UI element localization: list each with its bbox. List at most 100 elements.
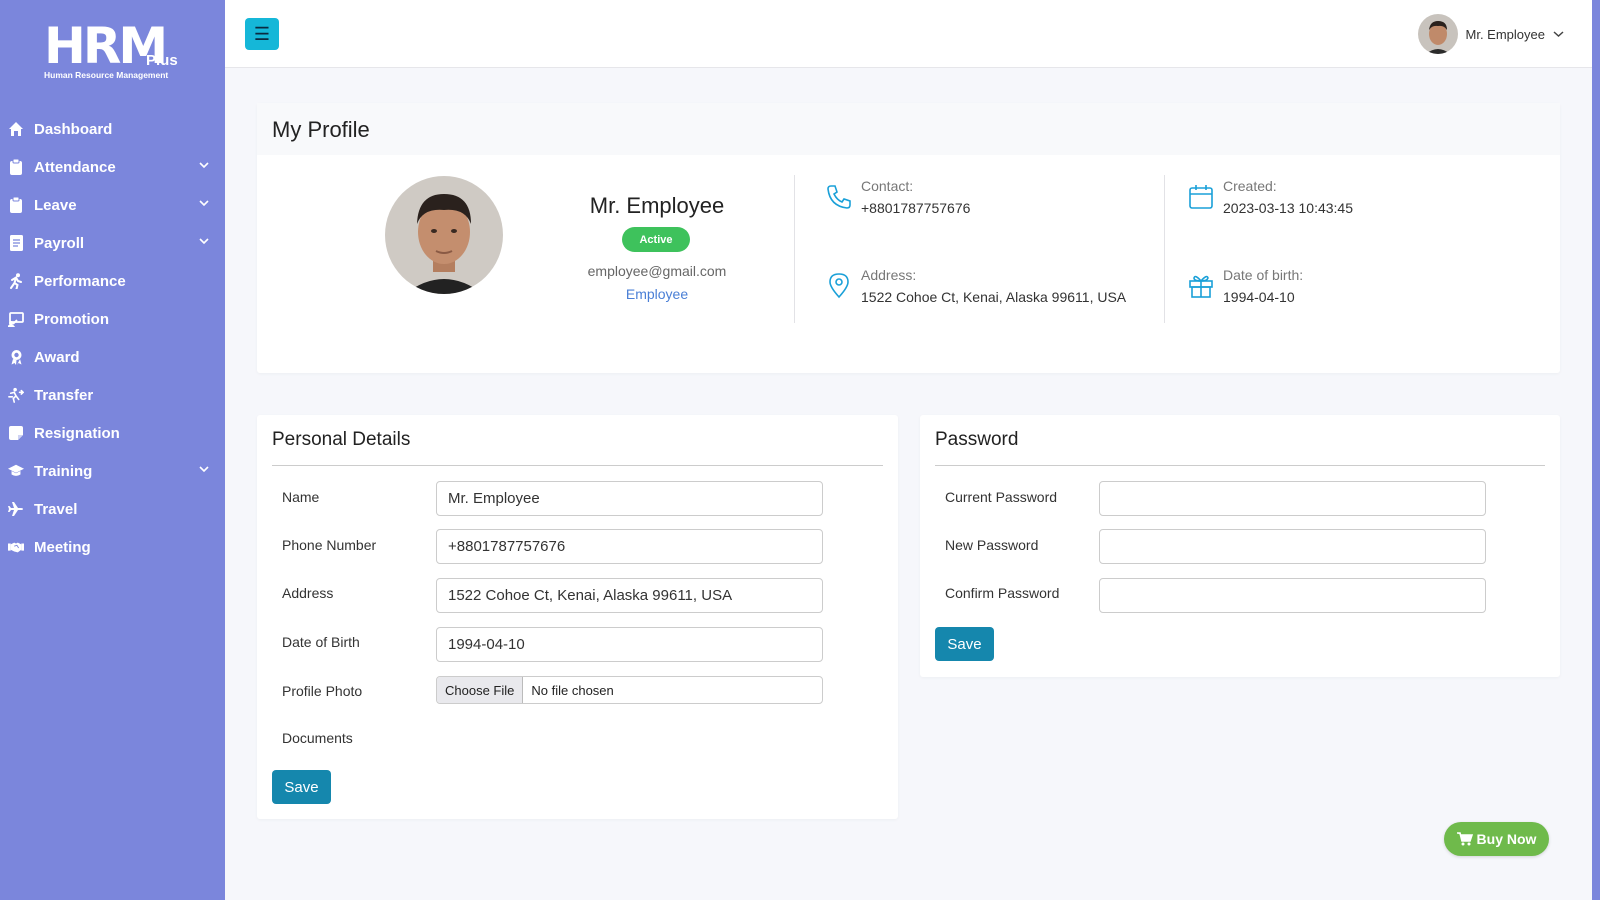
sidebar-item-training[interactable]: Training xyxy=(0,452,225,490)
scrollbar[interactable] xyxy=(1592,0,1600,900)
sidebar-item-label: Payroll xyxy=(34,234,85,252)
address-label: Address xyxy=(282,585,334,601)
contact-value: +8801787757676 xyxy=(861,200,971,216)
card-title: Personal Details xyxy=(272,429,411,450)
chevron-down-icon[interactable] xyxy=(199,465,209,473)
divider xyxy=(272,465,883,466)
contact-info: Contact: +8801787757676 xyxy=(861,178,970,216)
sidebar-nav: Dashboard Attendance Leave Payroll Perfo… xyxy=(0,110,225,566)
created-label: Created: xyxy=(1223,178,1277,194)
page-title: My Profile xyxy=(257,103,1560,155)
sidebar-item-label: Award xyxy=(34,348,80,366)
sidebar-item-travel[interactable]: Travel xyxy=(0,490,225,528)
address-label: Address: xyxy=(861,267,917,283)
handshake-icon xyxy=(8,539,24,555)
save-personal-button[interactable]: Save xyxy=(272,770,331,804)
menu-toggle-button[interactable]: ☰ xyxy=(245,18,279,50)
name-input[interactable]: Mr. Employee xyxy=(436,481,823,516)
sidebar-item-transfer[interactable]: Transfer xyxy=(0,376,225,414)
chevron-down-icon[interactable] xyxy=(199,237,209,245)
note-icon xyxy=(8,425,24,441)
new-password-label: New Password xyxy=(945,537,1039,553)
sidebar-item-resignation[interactable]: Resignation xyxy=(0,414,225,452)
documents-label: Documents xyxy=(282,730,353,746)
user-menu[interactable]: Mr. Employee xyxy=(1417,13,1564,55)
sidebar: HRM Plus Human Resource Management Dashb… xyxy=(0,0,225,900)
sidebar-item-label: Dashboard xyxy=(34,120,113,138)
current-password-label: Current Password xyxy=(945,489,1058,505)
sidebar-item-promotion[interactable]: Promotion xyxy=(0,300,225,338)
divider xyxy=(794,175,795,323)
buy-now-label: Buy Now xyxy=(1476,831,1537,847)
home-icon xyxy=(8,121,24,137)
brand-logo[interactable]: HRM Plus Human Resource Management xyxy=(44,21,184,84)
sidebar-item-label: Attendance xyxy=(34,158,116,176)
logo-subtitle: Human Resource Management xyxy=(44,70,169,80)
avatar xyxy=(1417,14,1458,54)
sidebar-item-dashboard[interactable]: Dashboard xyxy=(0,110,225,148)
clipboard-icon xyxy=(8,159,24,175)
save-password-button[interactable]: Save xyxy=(935,627,994,661)
created-value: 2023-03-13 10:43:45 xyxy=(1223,200,1353,216)
profile-role-link[interactable]: Employee xyxy=(557,286,757,302)
profile-avatar xyxy=(385,176,503,294)
dob-label: Date of Birth xyxy=(282,634,360,650)
profile-card: My Profile Mr. Employee Active employee@… xyxy=(257,103,1560,373)
transfer-icon xyxy=(8,387,24,403)
graduation-cap-icon xyxy=(8,463,24,479)
phone-input[interactable]: +8801787757676 xyxy=(436,529,823,564)
user-name: Mr. Employee xyxy=(1465,26,1545,42)
sidebar-item-label: Travel xyxy=(34,500,78,518)
choose-file-button[interactable]: Choose File xyxy=(437,677,524,703)
document-icon xyxy=(8,235,24,251)
buy-now-button[interactable]: Buy Now xyxy=(1444,822,1549,856)
hamburger-icon: ☰ xyxy=(253,23,271,44)
presentation-icon xyxy=(8,311,24,327)
address-info: Address: 1522 Cohoe Ct, Kenai, Alaska 99… xyxy=(861,267,1126,305)
contact-label: Contact: xyxy=(861,178,914,194)
clipboard-icon xyxy=(8,197,24,213)
dob-label: Date of birth: xyxy=(1223,267,1304,283)
card-title: Password xyxy=(935,429,1019,450)
divider xyxy=(1164,175,1165,323)
sidebar-item-payroll[interactable]: Payroll xyxy=(0,224,225,262)
confirm-password-label: Confirm Password xyxy=(945,585,1060,601)
dob-info: Date of birth: 1994-04-10 xyxy=(1223,267,1303,305)
phone-label: Phone Number xyxy=(282,537,377,553)
status-badge: Active xyxy=(622,227,690,252)
sidebar-item-label: Performance xyxy=(34,272,126,290)
sidebar-item-attendance[interactable]: Attendance xyxy=(0,148,225,186)
sidebar-item-meeting[interactable]: Meeting xyxy=(0,528,225,566)
current-password-input[interactable] xyxy=(1099,481,1486,516)
created-info: Created: 2023-03-13 10:43:45 xyxy=(1223,178,1353,216)
profile-name: Mr. Employee xyxy=(589,193,725,218)
logo-plus: Plus xyxy=(146,52,178,69)
sidebar-item-label: Resignation xyxy=(34,424,120,442)
sidebar-item-performance[interactable]: Performance xyxy=(0,262,225,300)
name-label: Name xyxy=(282,489,320,505)
phone-icon xyxy=(827,185,851,209)
sidebar-item-leave[interactable]: Leave xyxy=(0,186,225,224)
calendar-icon xyxy=(1189,185,1213,209)
gift-icon xyxy=(1189,275,1213,298)
sidebar-item-label: Training xyxy=(34,462,93,480)
chevron-down-icon[interactable] xyxy=(199,161,209,169)
dob-input[interactable]: 1994-04-10 xyxy=(436,627,823,662)
file-status: No file chosen xyxy=(531,682,614,698)
address-input[interactable]: 1522 Cohoe Ct, Kenai, Alaska 99611, USA xyxy=(436,578,823,613)
profile-photo-label: Profile Photo xyxy=(282,683,363,699)
sidebar-item-label: Transfer xyxy=(34,386,94,404)
new-password-input[interactable] xyxy=(1099,529,1486,564)
address-value: 1522 Cohoe Ct, Kenai, Alaska 99611, USA xyxy=(861,289,1127,305)
sidebar-item-award[interactable]: Award xyxy=(0,338,225,376)
running-icon xyxy=(8,273,24,289)
profile-email: employee@gmail.com xyxy=(587,263,727,279)
profile-photo-input[interactable]: Choose File No file chosen xyxy=(436,676,823,704)
chevron-down-icon[interactable] xyxy=(199,199,209,207)
award-icon xyxy=(8,349,24,365)
dob-value: 1994-04-10 xyxy=(1223,289,1295,305)
confirm-password-input[interactable] xyxy=(1099,578,1486,613)
divider xyxy=(935,465,1545,466)
sidebar-item-label: Promotion xyxy=(34,310,109,328)
sidebar-item-label: Meeting xyxy=(34,538,91,556)
